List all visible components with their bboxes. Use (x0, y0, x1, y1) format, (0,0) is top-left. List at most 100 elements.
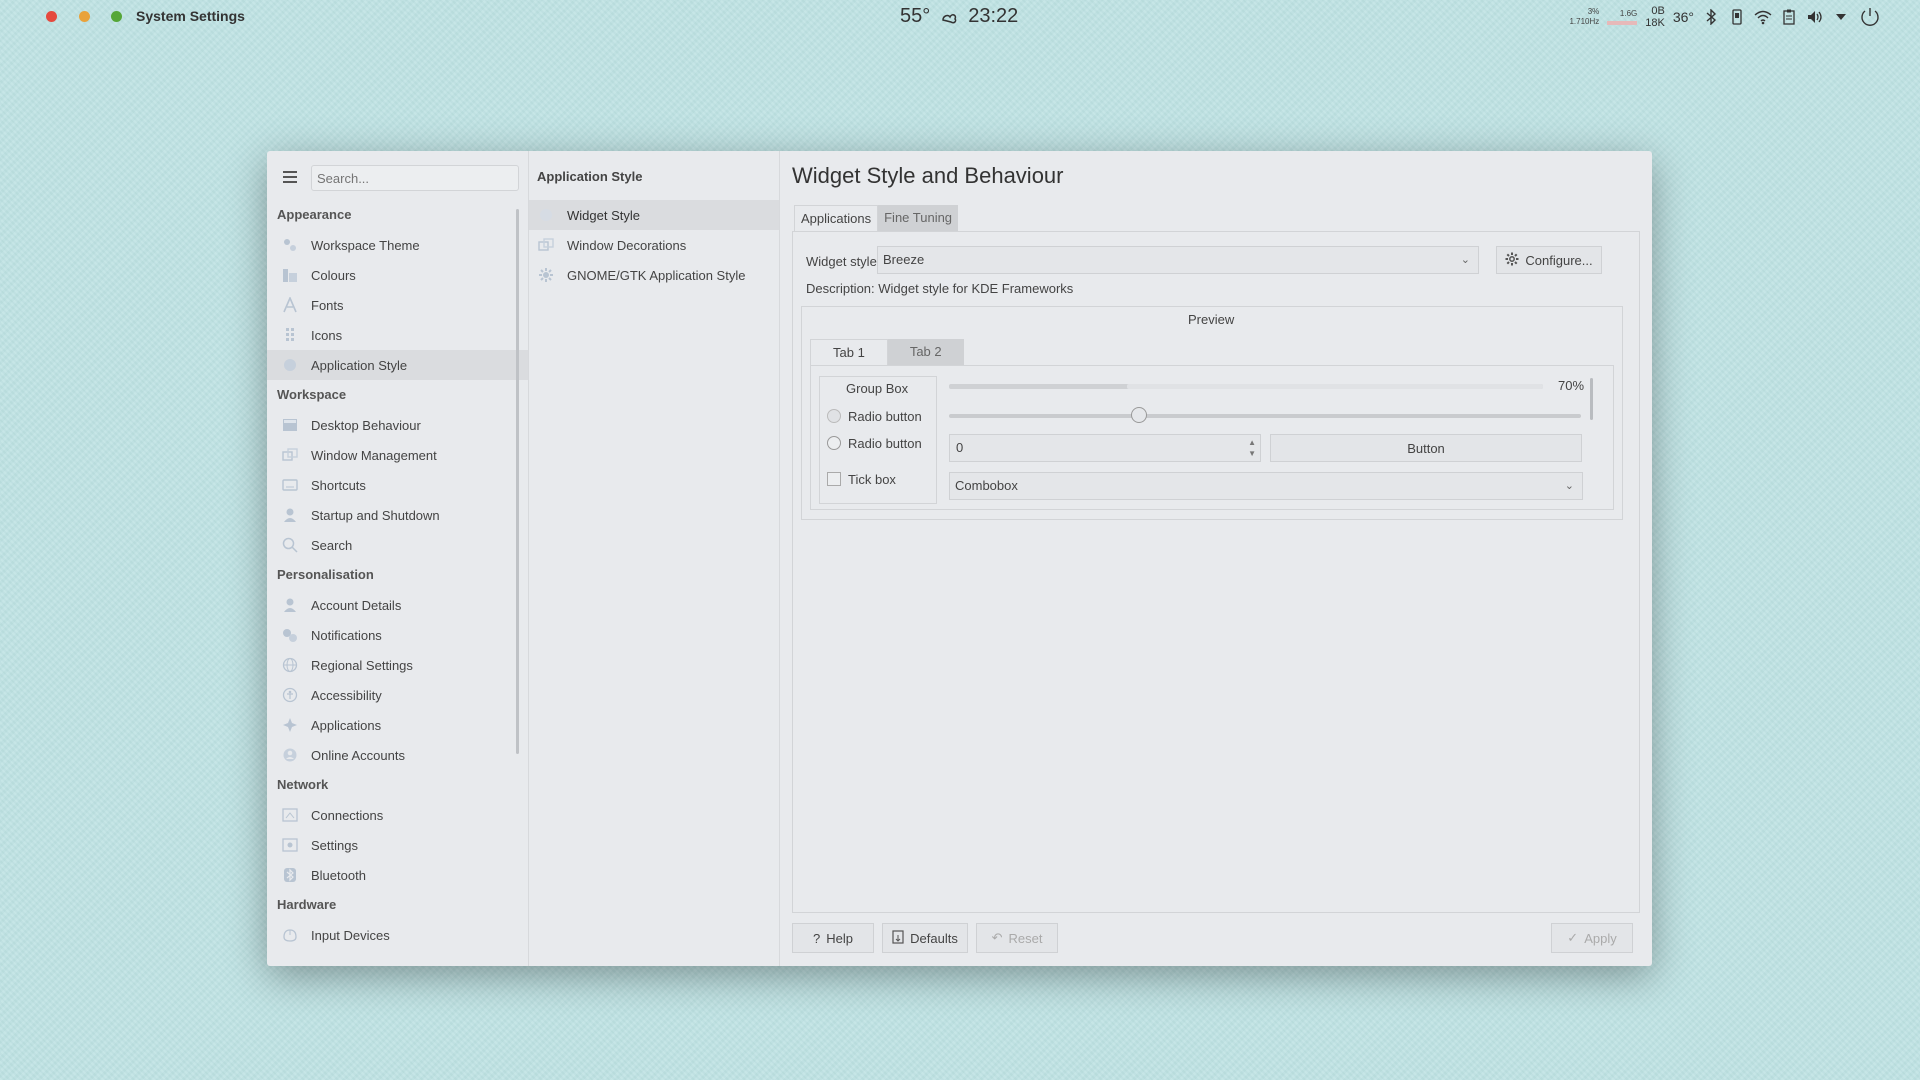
sidebar-item-label: Input Devices (311, 927, 390, 943)
sidebar-item-label: Accessibility (311, 687, 382, 703)
chevron-down-icon: ⌄ (1564, 480, 1574, 492)
reset-icon: ↶ (991, 930, 1003, 945)
system-tray: 3% 1.710Hz 1.6G 0B 18K 36° (1569, 2, 1882, 32)
sidebar-item-startup-shutdown[interactable]: Startup and Shutdown (267, 500, 528, 530)
preview-tab-2[interactable]: Tab 2 (887, 339, 964, 365)
sidebar-item-label: Fonts (311, 297, 344, 313)
configure-label: Configure... (1525, 252, 1593, 268)
spin-down-icon[interactable]: ▼ (1248, 448, 1256, 459)
sidebar-scrollbar[interactable] (516, 209, 519, 754)
power-icon[interactable] (1858, 5, 1882, 29)
network-monitor: 3% 1.710Hz (1569, 7, 1599, 27)
sidebar-item-fonts[interactable]: Fonts (267, 290, 528, 320)
subnav-item-gnome-gtk-style[interactable]: GNOME/GTK Application Style (529, 260, 779, 290)
sidebar-item-label: Regional Settings (311, 657, 413, 673)
reset-button[interactable]: ↶ Reset (976, 923, 1058, 953)
minimize-window-button[interactable] (79, 11, 90, 22)
online-accounts-icon (281, 746, 299, 764)
cpu-percent: 3% (1587, 7, 1600, 16)
gear-icon (1505, 252, 1519, 269)
preview-tab-panel: Group Box Radio button Radio button Tick… (810, 365, 1614, 510)
help-button[interactable]: ? Help (792, 923, 874, 953)
tab-panel: Widget style: Breeze ⌄ Configure... Desc… (792, 231, 1640, 913)
spinbox-arrows[interactable]: ▲ ▼ (1248, 437, 1256, 459)
cpu-temperature: 36° (1672, 9, 1694, 25)
desktop-behaviour-icon (281, 416, 299, 434)
sidebar-item-online-accounts[interactable]: Online Accounts (267, 740, 528, 770)
connections-icon (281, 806, 299, 824)
widget-style-combobox[interactable]: Breeze ⌄ (877, 246, 1479, 274)
sidebar-item-label: Search (311, 537, 353, 553)
slider-handle[interactable] (1130, 407, 1147, 423)
volume-icon[interactable] (1806, 8, 1824, 26)
nav-heading-workspace: Workspace (277, 387, 347, 402)
reset-label: Reset (1008, 930, 1043, 946)
close-window-button[interactable] (46, 11, 57, 22)
sidebar-item-applications[interactable]: Applications (267, 710, 528, 740)
sidebar-item-label: Application Style (311, 357, 408, 373)
sidebar-item-label: Account Details (311, 597, 402, 613)
sidebar-item-icons[interactable]: Icons (267, 320, 528, 350)
shortcuts-icon (281, 476, 299, 494)
window-management-icon (281, 446, 299, 464)
sidebar-item-shortcuts[interactable]: Shortcuts (267, 470, 528, 500)
spinbox[interactable]: 0 ▲ ▼ (949, 434, 1261, 462)
widget-style-label: Widget style: (806, 254, 881, 269)
clipboard-icon[interactable] (1780, 8, 1798, 26)
sidebar-item-label: Bluetooth (311, 867, 366, 883)
maximize-window-button[interactable] (111, 11, 122, 22)
sidebar-item-network-settings[interactable]: Settings (267, 830, 528, 860)
sidebar-item-notifications[interactable]: Notifications (267, 620, 528, 650)
preview-scrollbar[interactable] (1590, 378, 1593, 420)
tick-box[interactable] (827, 472, 841, 486)
sidebar-item-account-details[interactable]: Account Details (267, 590, 528, 620)
sidebar-item-workspace-theme[interactable]: Workspace Theme (267, 230, 528, 260)
sidebar-search-input[interactable] (311, 165, 519, 191)
sidebar-nav: Appearance Workspace Theme Colours Fonts… (267, 200, 528, 950)
sidebar-item-input-devices[interactable]: Input Devices (267, 920, 528, 950)
sidebar-item-bluetooth[interactable]: Bluetooth (267, 860, 528, 890)
subnav-item-window-decorations[interactable]: Window Decorations (529, 230, 779, 260)
sidebar-item-label: Colours (311, 267, 356, 283)
preview-button[interactable]: Button (1270, 434, 1582, 462)
subnav-panel: Application Style Widget Style Window De… (529, 151, 780, 966)
main-content: Widget Style and Behaviour Applications … (780, 151, 1652, 966)
wifi-icon[interactable] (1754, 8, 1772, 26)
spin-up-icon[interactable]: ▲ (1248, 437, 1256, 448)
clock-weather[interactable]: 55° 23:22 (900, 5, 1018, 28)
sidebar-item-search[interactable]: Search (267, 530, 528, 560)
bluetooth-tray-icon[interactable] (1702, 8, 1720, 26)
hamburger-menu-icon[interactable] (283, 171, 297, 185)
sidebar-item-desktop-behaviour[interactable]: Desktop Behaviour (267, 410, 528, 440)
tab-fine-tuning[interactable]: Fine Tuning (878, 205, 959, 231)
weather-temperature: 55° (900, 5, 931, 27)
network-graph (1607, 21, 1638, 25)
nav-heading-appearance: Appearance (277, 207, 352, 222)
defaults-button[interactable]: Defaults (882, 923, 968, 953)
sidebar-item-label: Online Accounts (311, 747, 405, 763)
nav-heading-hardware: Hardware (277, 897, 337, 912)
preview-combobox[interactable]: Combobox ⌄ (949, 472, 1583, 500)
accessibility-icon (281, 686, 299, 704)
progress-bar (949, 384, 1543, 389)
sidebar-item-application-style[interactable]: Application Style (267, 350, 528, 380)
sidebar-item-label: Startup and Shutdown (311, 507, 440, 523)
sidebar: Appearance Workspace Theme Colours Fonts… (267, 151, 529, 966)
radio-button-1[interactable] (827, 409, 841, 423)
tab-applications[interactable]: Applications (794, 205, 879, 232)
apply-button[interactable]: ✓ Apply (1551, 923, 1633, 953)
subnav-item-widget-style[interactable]: Widget Style (529, 200, 779, 230)
subnav-item-label: Window Decorations (567, 237, 687, 253)
device-tray-icon[interactable] (1728, 8, 1746, 26)
network-settings-icon (281, 836, 299, 854)
configure-button[interactable]: Configure... (1496, 246, 1602, 274)
slider[interactable] (949, 407, 1581, 423)
radio-button-2[interactable] (827, 436, 841, 450)
sidebar-item-accessibility[interactable]: Accessibility (267, 680, 528, 710)
sidebar-item-colours[interactable]: Colours (267, 260, 528, 290)
preview-tab-1[interactable]: Tab 1 (810, 339, 888, 366)
tray-expand-arrow-icon[interactable] (1832, 8, 1850, 26)
sidebar-item-window-management[interactable]: Window Management (267, 440, 528, 470)
sidebar-item-regional-settings[interactable]: Regional Settings (267, 650, 528, 680)
sidebar-item-connections[interactable]: Connections (267, 800, 528, 830)
